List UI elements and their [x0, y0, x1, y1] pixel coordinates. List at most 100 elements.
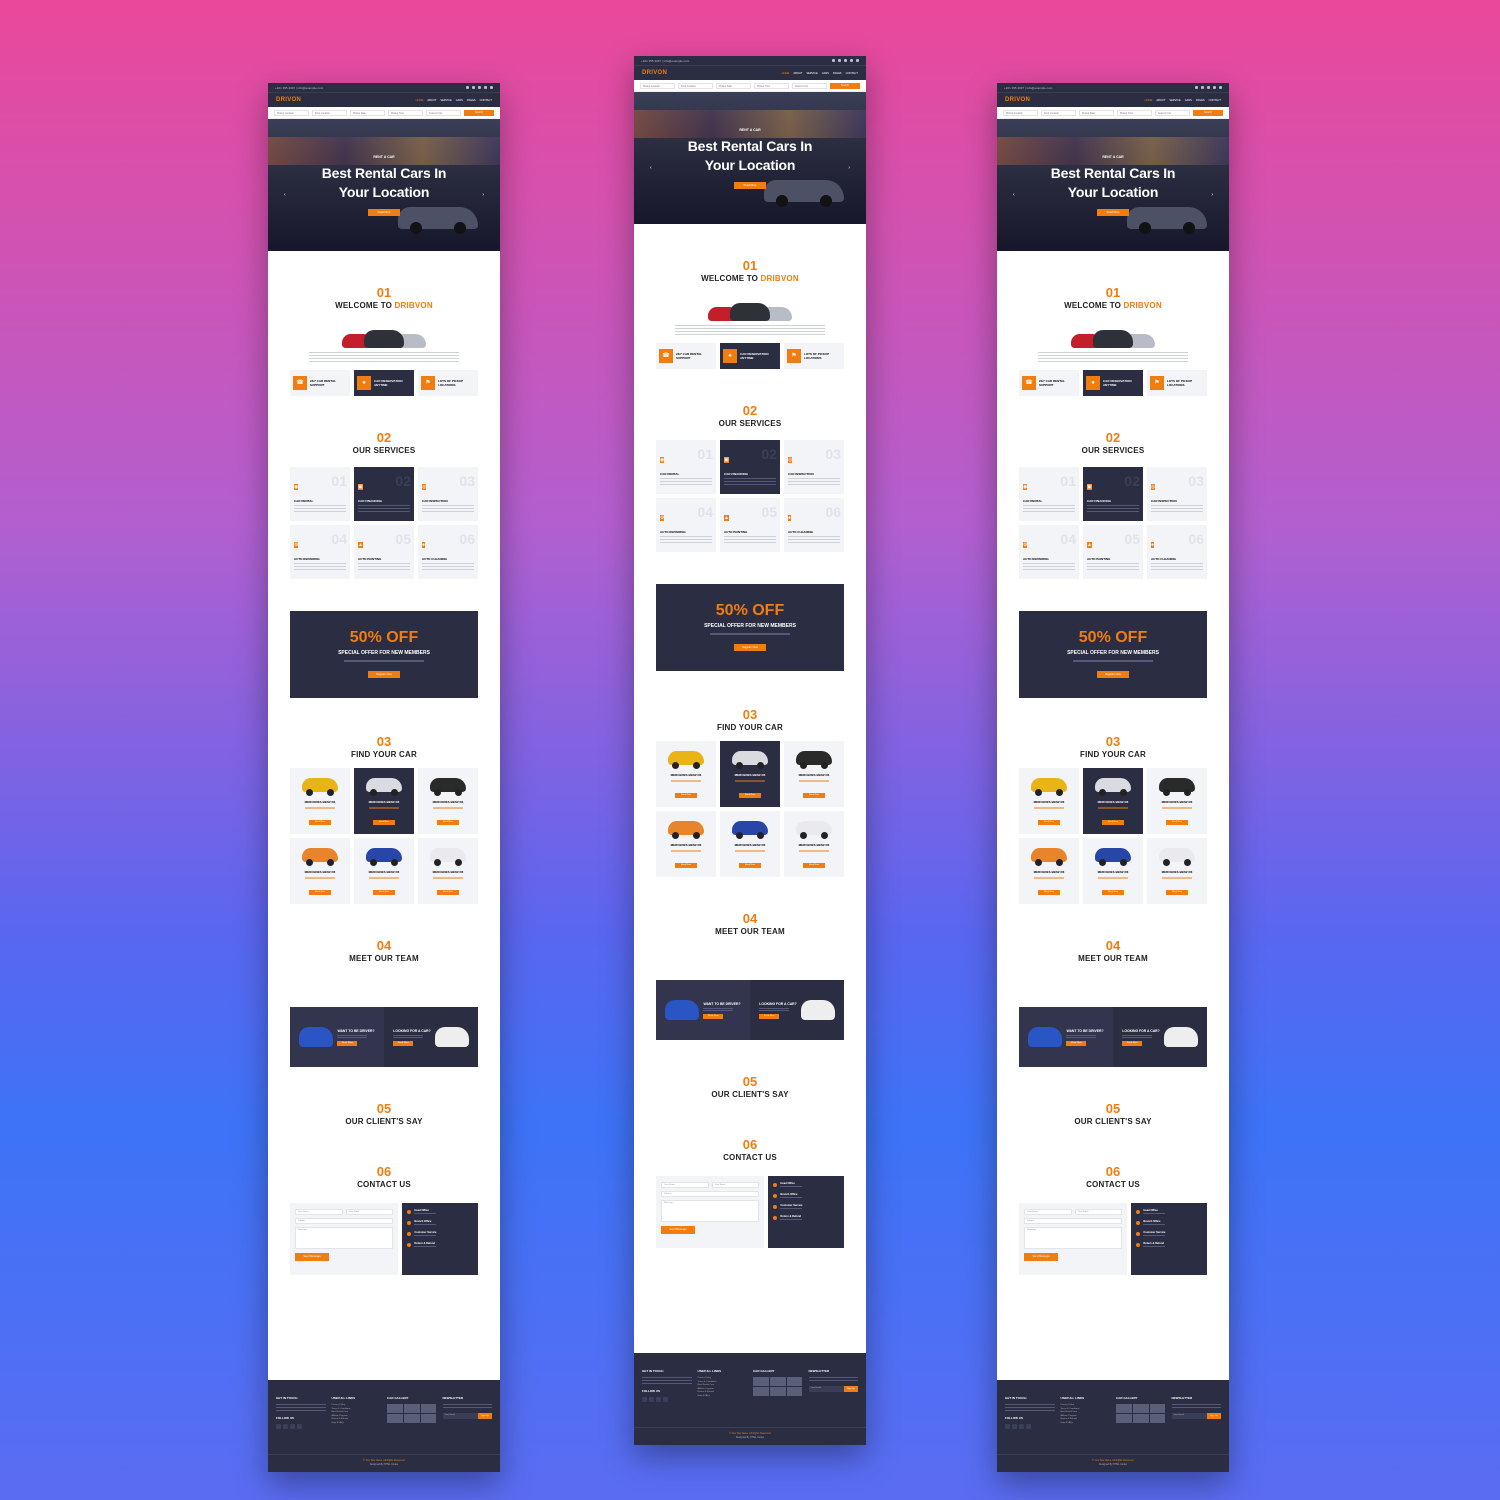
chevron-right-icon[interactable]: ›: [482, 192, 484, 198]
book-now-button[interactable]: Book Now: [437, 820, 459, 825]
car-card[interactable]: MERCEDES BENZ R3 Book Now: [290, 768, 350, 834]
facebook-icon[interactable]: [283, 1424, 288, 1429]
menu-cars[interactable]: CARS: [456, 99, 463, 102]
menu-home[interactable]: HOME: [416, 99, 424, 102]
newsletter-signup-button[interactable]: Sign Up: [478, 1413, 492, 1419]
message-textarea[interactable]: Message: [661, 1200, 760, 1222]
car-card[interactable]: MERCEDES BENZ R3 Book Now: [1019, 768, 1079, 834]
footer-link[interactable]: Help & FAQs: [698, 1395, 748, 1399]
car-card[interactable]: MERCEDES BENZ R3 Book Now: [354, 768, 414, 834]
service-card[interactable]: ⚙ 04 AUTO REPAIRING: [290, 525, 350, 579]
gallery-thumb[interactable]: [786, 1377, 803, 1386]
newsletter-signup-button[interactable]: Sign Up: [844, 1386, 858, 1392]
gallery-thumb[interactable]: [769, 1387, 786, 1396]
service-card[interactable]: ◉ 01 CAR RENTAL: [1019, 467, 1079, 521]
instagram-icon[interactable]: [1213, 86, 1216, 89]
drop-location-field[interactable]: Drop Location: [678, 82, 713, 89]
twitter-icon[interactable]: [276, 1424, 281, 1429]
book-now-button[interactable]: Book Now: [1038, 820, 1060, 825]
linkedin-icon[interactable]: [478, 86, 481, 89]
email-input[interactable]: Your Email: [345, 1209, 394, 1215]
book-now-button[interactable]: Book Now: [803, 793, 825, 798]
pickup-location-field[interactable]: Pickup Location: [1003, 109, 1038, 116]
gallery-thumb[interactable]: [420, 1414, 437, 1423]
service-card[interactable]: ⚙ 04 AUTO REPAIRING: [656, 498, 716, 552]
book-now-button[interactable]: Book Now: [437, 890, 459, 895]
driver-read-more-button[interactable]: Read More: [337, 1040, 358, 1046]
menu-service[interactable]: SERVICE: [1169, 99, 1180, 102]
service-card[interactable]: ● 06 AUTO CLEANING: [784, 498, 844, 552]
facebook-icon[interactable]: [466, 86, 469, 89]
hero-read-more-button[interactable]: Read More: [1097, 209, 1129, 216]
car-card[interactable]: MERCEDES BENZ R3 Book Now: [784, 741, 844, 807]
send-message-button[interactable]: Send Message: [1024, 1253, 1058, 1261]
book-now-button[interactable]: Book Now: [1102, 820, 1124, 825]
send-message-button[interactable]: Send Message: [295, 1253, 329, 1261]
pickup-time-field[interactable]: Pickup Time: [388, 109, 423, 116]
menu-about[interactable]: ABOUT: [1156, 99, 1165, 102]
chevron-left-icon[interactable]: ‹: [284, 192, 286, 198]
car-card[interactable]: MERCEDES BENZ R3 Book Now: [418, 768, 478, 834]
linkedin-icon[interactable]: [656, 1397, 661, 1402]
gallery-thumb[interactable]: [769, 1377, 786, 1386]
gallery-thumb[interactable]: [1149, 1404, 1166, 1413]
linkedin-icon[interactable]: [844, 59, 847, 62]
book-now-button[interactable]: Book Now: [803, 863, 825, 868]
instagram-icon[interactable]: [850, 59, 853, 62]
car-card[interactable]: MERCEDES BENZ R3 Book Now: [1083, 768, 1143, 834]
book-now-button[interactable]: Book Now: [739, 793, 761, 798]
menu-home[interactable]: HOME: [1145, 99, 1153, 102]
linkedin-icon[interactable]: [1207, 86, 1210, 89]
car-read-more-button[interactable]: Read More: [759, 1013, 780, 1019]
instagram-icon[interactable]: [1026, 1424, 1031, 1429]
book-now-button[interactable]: Book Now: [675, 793, 697, 798]
newsletter-signup-button[interactable]: Sign Up: [1207, 1413, 1221, 1419]
car-card[interactable]: MERCEDES BENZ R3 Book Now: [656, 811, 716, 877]
gallery-thumb[interactable]: [1116, 1404, 1132, 1413]
gallery-thumb[interactable]: [403, 1404, 420, 1413]
menu-pages[interactable]: PAGES: [1196, 99, 1205, 102]
gallery-thumb[interactable]: [753, 1377, 769, 1386]
linkedin-icon[interactable]: [290, 1424, 295, 1429]
gallery-thumb[interactable]: [1132, 1404, 1149, 1413]
search-button[interactable]: Search: [830, 82, 860, 89]
service-card[interactable]: ▲ 05 AUTO PAINTING: [354, 525, 414, 579]
drop-location-field[interactable]: Drop Location: [1041, 109, 1076, 116]
gallery-thumb[interactable]: [1132, 1414, 1149, 1423]
drop-location-field[interactable]: Drop Location: [312, 109, 347, 116]
book-now-button[interactable]: Book Now: [1102, 890, 1124, 895]
book-now-button[interactable]: Book Now: [675, 863, 697, 868]
book-now-button[interactable]: Book Now: [1166, 890, 1188, 895]
car-read-more-button[interactable]: Read More: [393, 1040, 414, 1046]
chevron-left-icon[interactable]: ‹: [650, 165, 652, 171]
car-card[interactable]: MERCEDES BENZ R3 Book Now: [1019, 838, 1079, 904]
chevron-right-icon[interactable]: ›: [848, 165, 850, 171]
gallery-thumb[interactable]: [420, 1404, 437, 1413]
car-card[interactable]: MERCEDES BENZ R3 Book Now: [290, 838, 350, 904]
facebook-icon[interactable]: [649, 1397, 654, 1402]
car-card[interactable]: MERCEDES BENZ R3 Book Now: [1083, 838, 1143, 904]
car-card[interactable]: MERCEDES BENZ R3 Book Now: [354, 838, 414, 904]
hero-read-more-button[interactable]: Read More: [734, 182, 766, 189]
subject-input[interactable]: Subject: [295, 1218, 394, 1224]
offer-register-button[interactable]: Register Now: [368, 671, 400, 678]
youtube-icon[interactable]: [1219, 86, 1222, 89]
subject-input[interactable]: Subject: [1024, 1218, 1123, 1224]
book-now-button[interactable]: Book Now: [1166, 820, 1188, 825]
menu-about[interactable]: ABOUT: [427, 99, 436, 102]
send-message-button[interactable]: Send Message: [661, 1226, 695, 1234]
search-button[interactable]: Search: [1193, 109, 1223, 116]
twitter-icon[interactable]: [472, 86, 475, 89]
twitter-icon[interactable]: [838, 59, 841, 62]
service-card[interactable]: ● 06 AUTO CLEANING: [418, 525, 478, 579]
pickup-time-field[interactable]: Pickup Time: [1117, 109, 1152, 116]
book-now-button[interactable]: Book Now: [1038, 890, 1060, 895]
pickup-date-field[interactable]: Pickup Date: [350, 109, 385, 116]
menu-service[interactable]: SERVICE: [440, 99, 451, 102]
gallery-thumb[interactable]: [387, 1414, 403, 1423]
logo[interactable]: DRIVON: [276, 97, 301, 103]
car-card[interactable]: MERCEDES BENZ R3 Book Now: [656, 741, 716, 807]
facebook-icon[interactable]: [1012, 1424, 1017, 1429]
instagram-icon[interactable]: [663, 1397, 668, 1402]
car-card[interactable]: MERCEDES BENZ R3 Book Now: [418, 838, 478, 904]
